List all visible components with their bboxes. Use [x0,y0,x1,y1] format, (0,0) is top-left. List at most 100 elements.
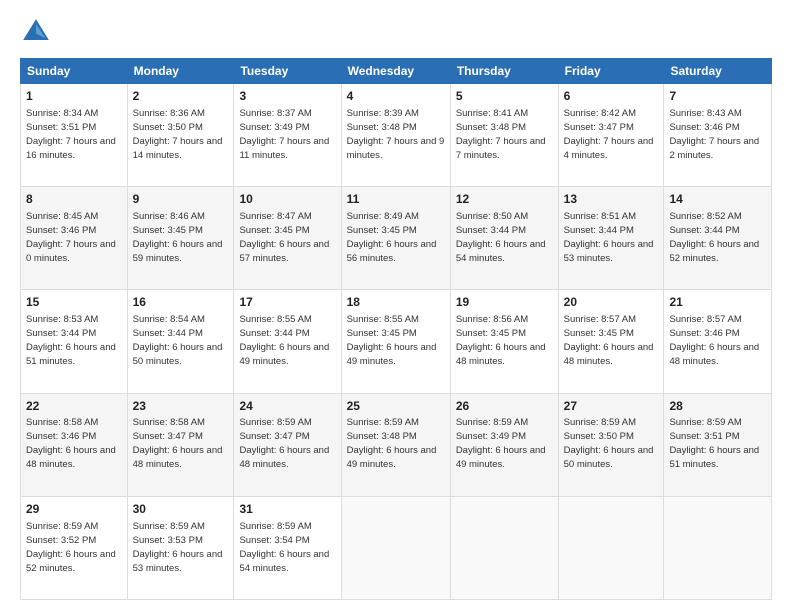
day-cell [664,496,772,599]
day-info: Sunrise: 8:59 AMSunset: 3:53 PMDaylight:… [133,521,223,574]
calendar: SundayMondayTuesdayWednesdayThursdayFrid… [20,58,772,600]
day-info: Sunrise: 8:54 AMSunset: 3:44 PMDaylight:… [133,314,223,367]
day-cell: 7 Sunrise: 8:43 AMSunset: 3:46 PMDayligh… [664,84,772,187]
day-cell: 4 Sunrise: 8:39 AMSunset: 3:48 PMDayligh… [341,84,450,187]
day-cell: 31 Sunrise: 8:59 AMSunset: 3:54 PMDaylig… [234,496,341,599]
day-info: Sunrise: 8:57 AMSunset: 3:46 PMDaylight:… [669,314,759,367]
day-number: 19 [456,294,553,311]
logo-icon [20,16,52,48]
day-number: 18 [347,294,445,311]
day-cell: 2 Sunrise: 8:36 AMSunset: 3:50 PMDayligh… [127,84,234,187]
day-number: 23 [133,398,229,415]
day-cell: 17 Sunrise: 8:55 AMSunset: 3:44 PMDaylig… [234,290,341,393]
day-cell [450,496,558,599]
day-number: 28 [669,398,766,415]
day-info: Sunrise: 8:55 AMSunset: 3:44 PMDaylight:… [239,314,329,367]
day-info: Sunrise: 8:36 AMSunset: 3:50 PMDaylight:… [133,108,223,161]
day-cell: 20 Sunrise: 8:57 AMSunset: 3:45 PMDaylig… [558,290,664,393]
day-info: Sunrise: 8:50 AMSunset: 3:44 PMDaylight:… [456,211,546,264]
day-number: 2 [133,88,229,105]
day-cell [341,496,450,599]
day-info: Sunrise: 8:43 AMSunset: 3:46 PMDaylight:… [669,108,759,161]
day-cell: 10 Sunrise: 8:47 AMSunset: 3:45 PMDaylig… [234,187,341,290]
day-info: Sunrise: 8:59 AMSunset: 3:49 PMDaylight:… [456,417,546,470]
day-number: 15 [26,294,122,311]
day-number: 20 [564,294,659,311]
day-number: 31 [239,501,335,518]
day-cell: 16 Sunrise: 8:54 AMSunset: 3:44 PMDaylig… [127,290,234,393]
day-number: 22 [26,398,122,415]
day-number: 25 [347,398,445,415]
day-number: 12 [456,191,553,208]
day-info: Sunrise: 8:45 AMSunset: 3:46 PMDaylight:… [26,211,116,264]
logo [20,16,56,48]
day-cell: 23 Sunrise: 8:58 AMSunset: 3:47 PMDaylig… [127,393,234,496]
day-info: Sunrise: 8:57 AMSunset: 3:45 PMDaylight:… [564,314,654,367]
header [20,16,772,48]
page: SundayMondayTuesdayWednesdayThursdayFrid… [0,0,792,612]
day-info: Sunrise: 8:58 AMSunset: 3:46 PMDaylight:… [26,417,116,470]
day-number: 9 [133,191,229,208]
day-number: 17 [239,294,335,311]
header-row: SundayMondayTuesdayWednesdayThursdayFrid… [21,59,772,84]
day-info: Sunrise: 8:51 AMSunset: 3:44 PMDaylight:… [564,211,654,264]
day-cell: 12 Sunrise: 8:50 AMSunset: 3:44 PMDaylig… [450,187,558,290]
day-cell: 8 Sunrise: 8:45 AMSunset: 3:46 PMDayligh… [21,187,128,290]
day-info: Sunrise: 8:55 AMSunset: 3:45 PMDaylight:… [347,314,437,367]
day-info: Sunrise: 8:58 AMSunset: 3:47 PMDaylight:… [133,417,223,470]
day-number: 10 [239,191,335,208]
week-row-2: 8 Sunrise: 8:45 AMSunset: 3:46 PMDayligh… [21,187,772,290]
week-row-1: 1 Sunrise: 8:34 AMSunset: 3:51 PMDayligh… [21,84,772,187]
day-number: 4 [347,88,445,105]
day-info: Sunrise: 8:56 AMSunset: 3:45 PMDaylight:… [456,314,546,367]
day-cell: 15 Sunrise: 8:53 AMSunset: 3:44 PMDaylig… [21,290,128,393]
day-cell [558,496,664,599]
day-number: 27 [564,398,659,415]
day-info: Sunrise: 8:39 AMSunset: 3:48 PMDaylight:… [347,108,445,161]
day-number: 8 [26,191,122,208]
day-cell: 24 Sunrise: 8:59 AMSunset: 3:47 PMDaylig… [234,393,341,496]
week-row-5: 29 Sunrise: 8:59 AMSunset: 3:52 PMDaylig… [21,496,772,599]
day-info: Sunrise: 8:59 AMSunset: 3:54 PMDaylight:… [239,521,329,574]
calendar-body: 1 Sunrise: 8:34 AMSunset: 3:51 PMDayligh… [21,84,772,600]
day-number: 1 [26,88,122,105]
day-number: 29 [26,501,122,518]
day-info: Sunrise: 8:37 AMSunset: 3:49 PMDaylight:… [239,108,329,161]
day-info: Sunrise: 8:59 AMSunset: 3:51 PMDaylight:… [669,417,759,470]
day-info: Sunrise: 8:52 AMSunset: 3:44 PMDaylight:… [669,211,759,264]
header-cell-friday: Friday [558,59,664,84]
day-info: Sunrise: 8:49 AMSunset: 3:45 PMDaylight:… [347,211,437,264]
day-cell: 30 Sunrise: 8:59 AMSunset: 3:53 PMDaylig… [127,496,234,599]
header-cell-monday: Monday [127,59,234,84]
day-info: Sunrise: 8:53 AMSunset: 3:44 PMDaylight:… [26,314,116,367]
day-cell: 6 Sunrise: 8:42 AMSunset: 3:47 PMDayligh… [558,84,664,187]
day-info: Sunrise: 8:59 AMSunset: 3:50 PMDaylight:… [564,417,654,470]
day-cell: 5 Sunrise: 8:41 AMSunset: 3:48 PMDayligh… [450,84,558,187]
day-number: 16 [133,294,229,311]
week-row-4: 22 Sunrise: 8:58 AMSunset: 3:46 PMDaylig… [21,393,772,496]
day-cell: 29 Sunrise: 8:59 AMSunset: 3:52 PMDaylig… [21,496,128,599]
day-info: Sunrise: 8:59 AMSunset: 3:52 PMDaylight:… [26,521,116,574]
day-info: Sunrise: 8:42 AMSunset: 3:47 PMDaylight:… [564,108,654,161]
day-cell: 11 Sunrise: 8:49 AMSunset: 3:45 PMDaylig… [341,187,450,290]
day-info: Sunrise: 8:34 AMSunset: 3:51 PMDaylight:… [26,108,116,161]
day-cell: 19 Sunrise: 8:56 AMSunset: 3:45 PMDaylig… [450,290,558,393]
day-number: 21 [669,294,766,311]
calendar-header: SundayMondayTuesdayWednesdayThursdayFrid… [21,59,772,84]
day-number: 5 [456,88,553,105]
day-cell: 18 Sunrise: 8:55 AMSunset: 3:45 PMDaylig… [341,290,450,393]
day-info: Sunrise: 8:41 AMSunset: 3:48 PMDaylight:… [456,108,546,161]
day-number: 11 [347,191,445,208]
day-info: Sunrise: 8:59 AMSunset: 3:47 PMDaylight:… [239,417,329,470]
week-row-3: 15 Sunrise: 8:53 AMSunset: 3:44 PMDaylig… [21,290,772,393]
day-cell: 26 Sunrise: 8:59 AMSunset: 3:49 PMDaylig… [450,393,558,496]
day-number: 30 [133,501,229,518]
day-number: 7 [669,88,766,105]
day-number: 13 [564,191,659,208]
header-cell-thursday: Thursday [450,59,558,84]
day-number: 6 [564,88,659,105]
day-cell: 1 Sunrise: 8:34 AMSunset: 3:51 PMDayligh… [21,84,128,187]
day-cell: 14 Sunrise: 8:52 AMSunset: 3:44 PMDaylig… [664,187,772,290]
day-cell: 13 Sunrise: 8:51 AMSunset: 3:44 PMDaylig… [558,187,664,290]
day-info: Sunrise: 8:46 AMSunset: 3:45 PMDaylight:… [133,211,223,264]
